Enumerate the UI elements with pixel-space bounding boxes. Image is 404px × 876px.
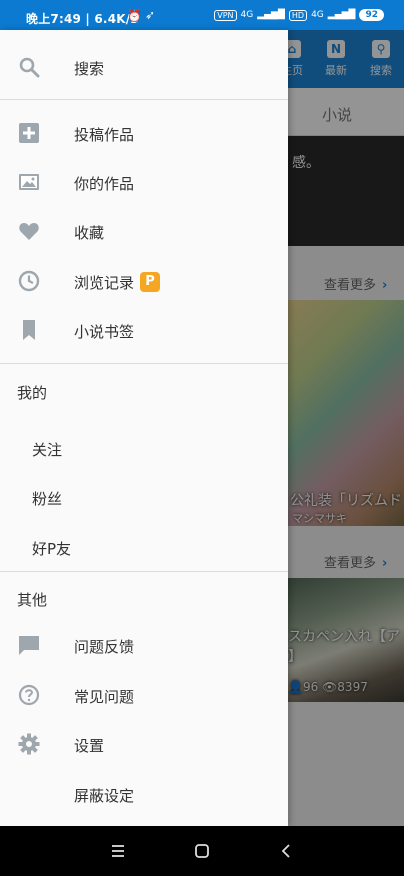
drawer-item-settings[interactable]: 设置 [0, 720, 288, 768]
help-icon [18, 684, 40, 706]
drawer-item-submit-work[interactable]: 投稿作品 [0, 109, 288, 157]
search-icon [18, 56, 40, 78]
drawer-item-followers[interactable]: 粉丝 [0, 473, 288, 521]
gear-icon [18, 733, 40, 755]
drawer-item-history[interactable]: 浏览记录 P [0, 257, 288, 305]
send-icon: ➶ [145, 8, 156, 22]
drawer-item-label: 小说书签 [74, 323, 135, 341]
drawer-item-novel-bookmarks[interactable]: 小说书签 [0, 306, 288, 354]
drawer-item-label: 问题反馈 [74, 638, 135, 656]
heart-icon [18, 220, 40, 242]
chat-icon [18, 634, 40, 656]
alarm-icon: ⏰ [127, 9, 142, 23]
drawer-item-label: 粉丝 [32, 490, 63, 508]
drawer-item-faq[interactable]: 常见问题 [0, 671, 288, 719]
drawer-item-mute-settings[interactable]: 屏蔽设定 [0, 770, 288, 818]
bookmark-icon [18, 319, 40, 341]
drawer-item-following[interactable]: 关注 [0, 424, 288, 472]
battery-indicator: 92 [359, 9, 384, 21]
home-button-icon[interactable] [194, 843, 214, 859]
clock-icon [18, 270, 40, 292]
drawer-item-label: 设置 [74, 737, 105, 755]
image-icon [18, 171, 40, 193]
drawer-item-label: 浏览记录 P [74, 271, 161, 294]
drawer-item-label: 常见问题 [74, 688, 135, 706]
signal-label-1: 4G [240, 10, 254, 20]
add-box-icon [18, 122, 40, 144]
drawer-item-mypixiv-friends[interactable]: 好P友 [0, 523, 288, 571]
system-navigation-bar [0, 826, 404, 876]
menu-icon[interactable] [110, 843, 130, 859]
navigation-drawer: 搜索 投稿作品 你的作品 收藏 浏览记录 P 小说书签 我的 关注 粉丝 好P友… [0, 30, 288, 826]
drawer-item-label: 关注 [32, 441, 63, 459]
drawer-item-label: 好P友 [32, 540, 72, 558]
divider [0, 99, 288, 100]
divider [0, 363, 288, 364]
drawer-item-label: 屏蔽设定 [74, 787, 135, 805]
drawer-item-feedback[interactable]: 问题反馈 [0, 621, 288, 669]
divider [0, 571, 288, 572]
drawer-item-your-works[interactable]: 你的作品 [0, 158, 288, 206]
signal-icon-2: ▂▄▆█ [327, 10, 356, 20]
drawer-item-search[interactable]: 搜索 [0, 43, 288, 91]
drawer-item-favorites[interactable]: 收藏 [0, 207, 288, 255]
status-bar: 晚上7:49 | 6.4K/s ⏰ ➶ VPN 4G ▂▄▆█ HD 4G ▂▄… [0, 0, 404, 30]
hd-badge: HD [288, 9, 308, 21]
drawer-item-label: 你的作品 [74, 175, 135, 193]
drawer-item-label: 投稿作品 [74, 126, 135, 144]
signal-label-2: 4G [311, 10, 324, 20]
section-title-other: 其他 [17, 591, 48, 609]
status-indicators: VPN 4G ▂▄▆█ HD 4G ▂▄▆█ 92 [214, 9, 384, 21]
status-time: 晚上7:49 | 6.4K/s [26, 12, 138, 26]
premium-badge: P [140, 271, 161, 292]
drawer-scrim[interactable] [288, 30, 404, 826]
vpn-badge: VPN [214, 9, 237, 21]
drawer-item-label: 搜索 [74, 60, 105, 78]
signal-icon: ▂▄▆█ [257, 10, 285, 20]
drawer-item-label: 收藏 [74, 224, 105, 242]
section-title-my: 我的 [17, 384, 48, 402]
back-icon[interactable] [280, 843, 300, 859]
